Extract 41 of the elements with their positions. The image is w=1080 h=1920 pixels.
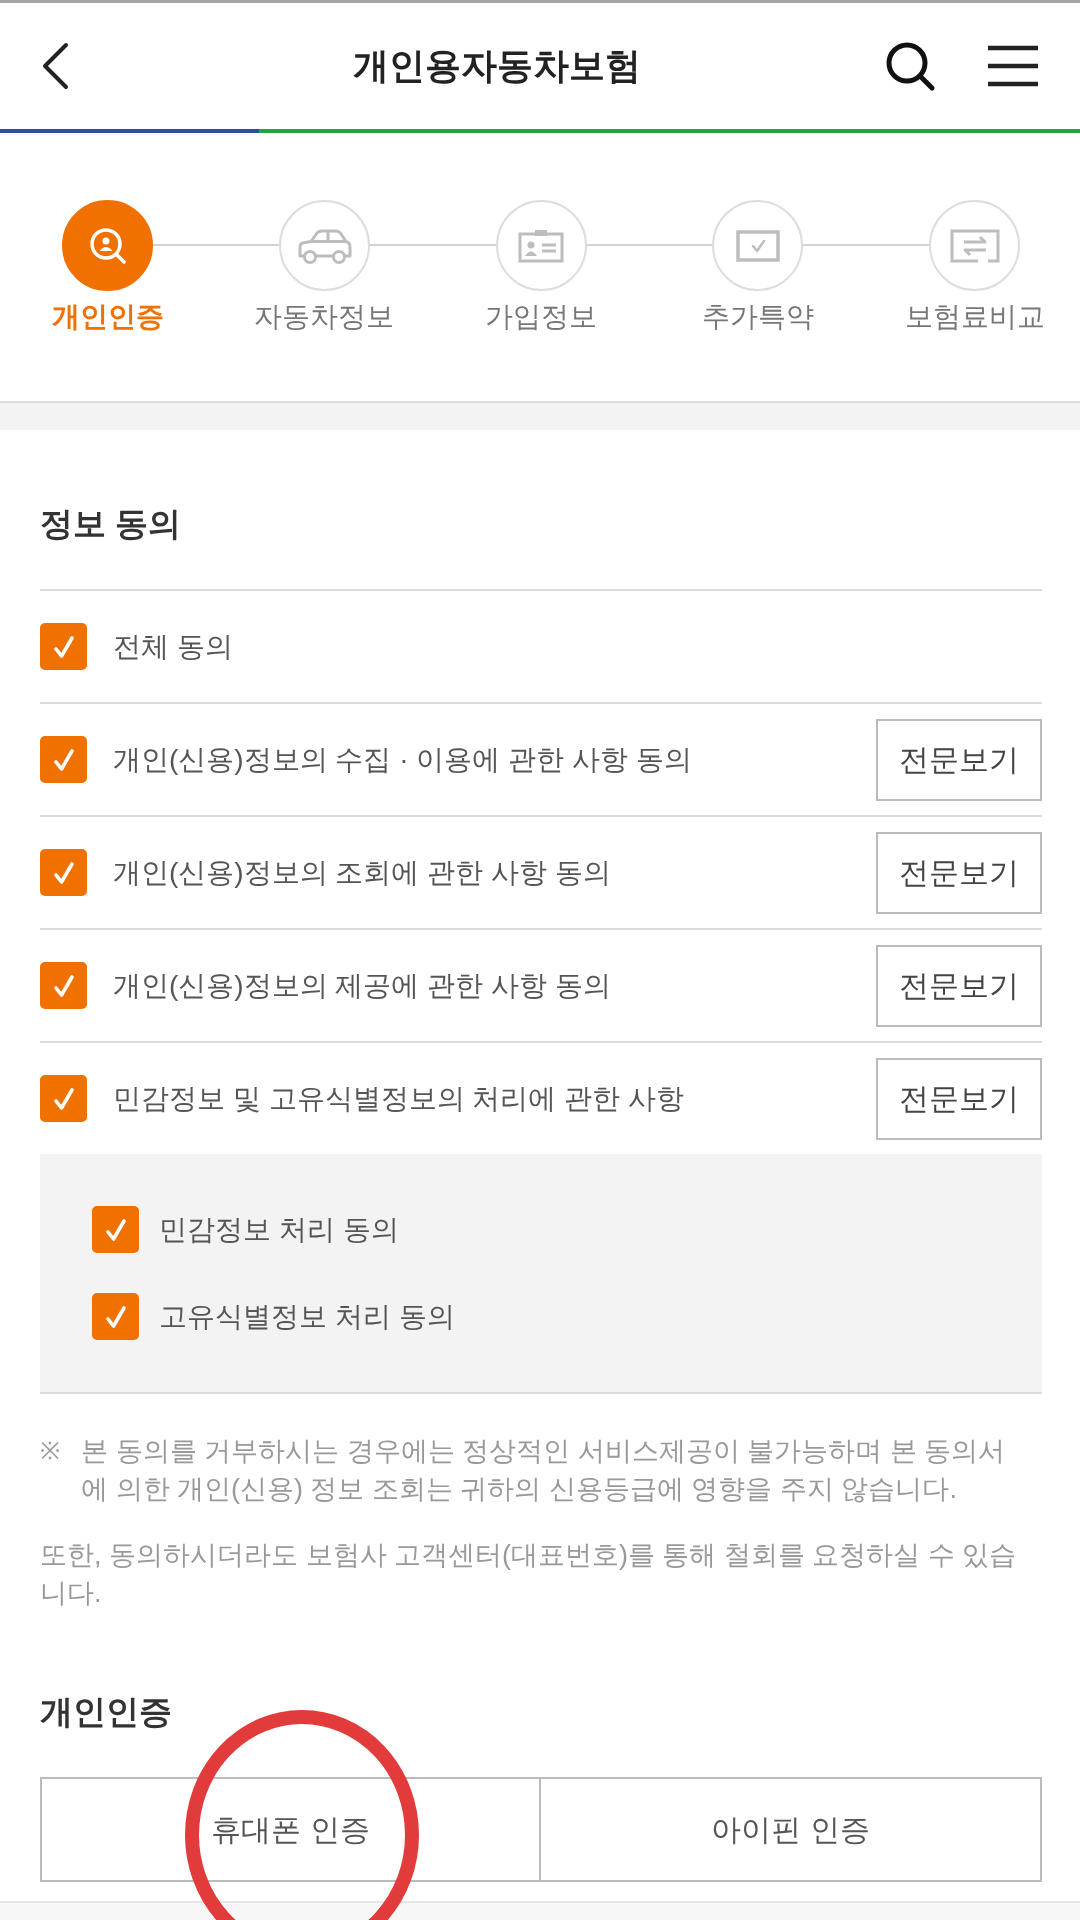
back-icon [40, 42, 70, 90]
check-icon [52, 973, 75, 998]
checkbox[interactable] [92, 1293, 139, 1340]
search-icon [884, 40, 936, 92]
checkbox[interactable] [92, 1206, 139, 1253]
step-label: 개인인증 [51, 300, 164, 334]
check-icon [52, 747, 75, 772]
step-label: 자동차정보 [254, 300, 395, 334]
consent-label: 민감정보 및 고유식별정보의 처리에 관한 사항 [113, 1081, 685, 1116]
checkbox[interactable] [40, 736, 87, 783]
checkbox[interactable] [40, 1075, 87, 1122]
check-icon [104, 1217, 127, 1242]
auth-method-button[interactable]: 휴대폰 인증 [40, 1777, 541, 1882]
note-text: 또한, 동의하시더라도 보험사 고객센터(대표번호)를 통해 철회를 요청하실 수 있습니다. [40, 1539, 1018, 1610]
check-icon [52, 860, 75, 885]
check-icon [52, 634, 75, 659]
consent-label: 전체 동의 [113, 629, 234, 664]
checkbox[interactable] [40, 962, 87, 1009]
view-terms-button[interactable]: 전문보기 [876, 831, 1042, 914]
step-label: 추가특약 [701, 300, 814, 334]
page-title: 개인용자동차보험 [352, 44, 642, 88]
view-terms-button[interactable]: 전문보기 [876, 944, 1042, 1027]
checkbox[interactable] [40, 849, 87, 896]
consent-label: 개인(신용)정보의 조회에 관한 사항 동의 [113, 855, 612, 890]
section-heading: 정보 동의 [40, 504, 183, 544]
section-heading: 개인인증 [40, 1692, 173, 1732]
consent-label: 고유식별정보 처리 동의 [159, 1299, 455, 1334]
note-mark: ※ [40, 1436, 61, 1466]
step-label: 가입정보 [485, 300, 597, 334]
auth-method-button[interactable]: 아이핀 인증 [541, 1777, 1042, 1882]
menu-icon [988, 45, 1038, 87]
view-terms-button[interactable]: 전문보기 [876, 1057, 1042, 1140]
note-text: 본 동의를 거부하시는 경우에는 정상적인 서비스제공이 불가능하며 본 동의서에 의한 개인(신용) 정보 조회는 귀하의 신용등급에 영향을 주지 않습니다. [81, 1435, 1006, 1506]
consent-label: 개인(신용)정보의 제공에 관한 사항 동의 [113, 968, 612, 1003]
consent-label: 민감정보 처리 동의 [159, 1212, 399, 1247]
checkbox[interactable] [40, 623, 87, 670]
step-label: 보험료비교 [904, 300, 1045, 334]
view-terms-button[interactable]: 전문보기 [876, 718, 1042, 801]
check-icon [104, 1304, 127, 1329]
check-icon [52, 1086, 75, 1111]
consent-label: 개인(신용)정보의 수집 · 이용에 관한 사항 동의 [113, 742, 693, 777]
